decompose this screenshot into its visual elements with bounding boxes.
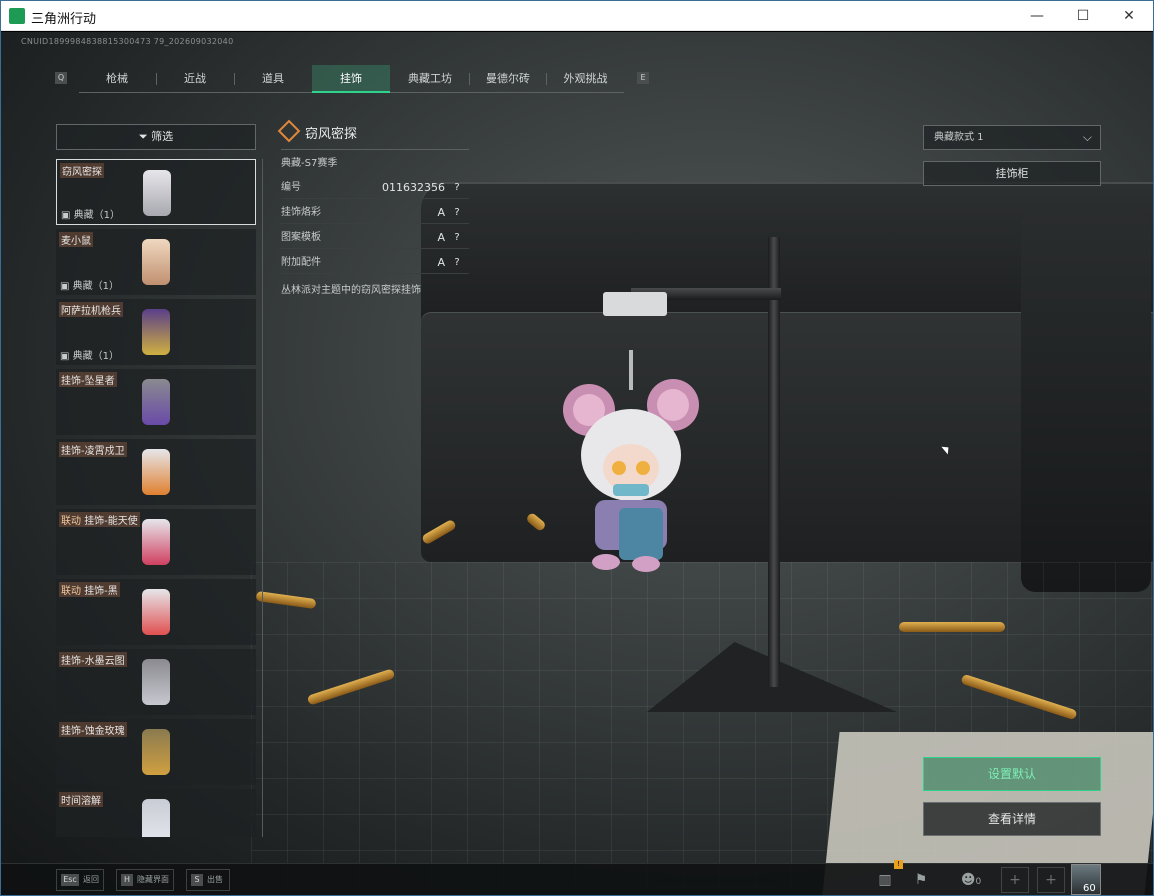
minimize-button[interactable]: —: [1014, 1, 1060, 31]
tab-appearance-challenge[interactable]: 外观挑战: [547, 65, 624, 93]
list-item[interactable]: 联动 挂饰-能天使: [56, 509, 256, 575]
season-label: 典藏-S7赛季: [281, 158, 338, 169]
weapon-case-latch: [1021, 212, 1151, 592]
player-level: 60: [1083, 883, 1096, 894]
next-tab-key[interactable]: E: [637, 72, 649, 84]
mouse-charm-figure: [563, 350, 699, 572]
squad-slot[interactable]: +: [1037, 867, 1065, 893]
help-icon[interactable]: ?: [451, 182, 463, 194]
detail-row-paint: 挂饰烙彩 A?: [281, 202, 469, 224]
tab-mandel-brick[interactable]: 曼德尔砖: [470, 65, 546, 93]
charm-thumbnail: [142, 589, 170, 635]
charm-cabinet-button[interactable]: 挂饰柜: [923, 161, 1101, 186]
help-icon[interactable]: ?: [451, 207, 463, 219]
list-item[interactable]: 挂饰-蚀金玫瑰: [56, 719, 256, 785]
image-icon: ▣: [61, 210, 74, 221]
app-logo-icon: [9, 8, 25, 24]
help-icon[interactable]: ?: [451, 257, 463, 269]
charm-clip: [603, 292, 667, 316]
close-button[interactable]: ✕: [1106, 1, 1152, 31]
filter-button[interactable]: ⏷ 筛选: [56, 124, 256, 150]
charm-title: 窃风密探: [305, 127, 358, 142]
list-item[interactable]: 联动 挂饰-黑: [56, 579, 256, 645]
item-name: 挂饰-水墨云图: [59, 652, 127, 667]
item-name: 阿萨拉机枪兵: [59, 302, 123, 317]
item-name: 挂饰-蚀金玫瑰: [59, 722, 127, 737]
item-name: 挂饰-凌霄戍卫: [59, 442, 127, 457]
list-item[interactable]: 挂饰-凌霄戍卫: [56, 439, 256, 505]
tab-firearms[interactable]: 枪械: [79, 65, 155, 93]
list-item[interactable]: 阿萨拉机枪兵 ▣ 典藏（1）: [56, 299, 256, 365]
item-rarity: ▣ 典藏（1）: [60, 281, 120, 292]
item-name: 窃风密探: [60, 163, 104, 178]
item-name: 麦小鼠: [59, 232, 93, 247]
detail-row-accessory: 附加配件 A?: [281, 252, 469, 274]
charm-list: 窃风密探 ▣ 典藏（1） 麦小鼠 ▣ 典藏（1） 阿萨拉机枪兵 ▣ 典藏（1） …: [56, 159, 256, 837]
charm-thumbnail: [142, 729, 170, 775]
style-dropdown[interactable]: 典藏款式 1 ⌵: [923, 125, 1101, 150]
title-bar: 三角洲行动 — ☐ ✕: [1, 1, 1153, 31]
charm-thumbnail: [142, 239, 170, 285]
maximize-button[interactable]: ☐: [1060, 1, 1106, 31]
item-name: 挂饰-坠星者: [59, 372, 117, 387]
tab-charms[interactable]: 挂饰: [312, 65, 390, 93]
bottom-bar: Esc 返回 H 隐藏界面 S 出售 ▥ ⚑ ☻0 + +: [1, 863, 1153, 895]
charm-thumbnail: [143, 170, 171, 216]
uid-text: CNUID1899984838815300473 79_202609032040: [21, 37, 234, 46]
tab-collection-workshop[interactable]: 典藏工坊: [391, 65, 469, 93]
detail-row-serial: 编号 011632356?: [281, 177, 469, 199]
back-key-hint[interactable]: Esc 返回: [56, 869, 104, 891]
list-item[interactable]: 时间溶解: [56, 789, 256, 837]
funnel-icon: ⏷: [138, 130, 152, 143]
item-name: 联动 挂饰-能天使: [59, 512, 140, 527]
category-tabs: 枪械 近战 道具 挂饰 典藏工坊 曼德尔砖 外观挑战: [79, 65, 624, 93]
stats-chart-icon[interactable]: ▥: [873, 868, 897, 892]
charm-thumbnail: [142, 659, 170, 705]
image-icon: ▣: [60, 281, 73, 292]
friends-count: 0: [975, 877, 982, 887]
friends-icon[interactable]: ☻0: [953, 868, 989, 892]
set-default-button[interactable]: 设置默认: [923, 757, 1101, 791]
list-item[interactable]: 窃风密探 ▣ 典藏（1）: [56, 159, 256, 225]
tab-items[interactable]: 道具: [235, 65, 311, 93]
view-details-button[interactable]: 查看详情: [923, 802, 1101, 836]
filter-label: 筛选: [151, 130, 174, 143]
item-name: 时间溶解: [59, 792, 103, 807]
stand-pole: [768, 237, 780, 687]
item-rarity: ▣ 典藏（1）: [61, 210, 121, 221]
list-item[interactable]: 挂饰-水墨云图: [56, 649, 256, 715]
notification-badge: !: [894, 860, 903, 869]
list-item[interactable]: 挂饰-坠星者: [56, 369, 256, 435]
divider: [281, 149, 469, 150]
hide-ui-key-hint[interactable]: H 隐藏界面: [116, 869, 174, 891]
list-item[interactable]: 麦小鼠 ▣ 典藏（1）: [56, 229, 256, 295]
detail-row-pattern: 图案模板 A?: [281, 227, 469, 249]
list-scrollbar[interactable]: [262, 159, 263, 837]
window-title: 三角洲行动: [31, 12, 97, 27]
image-icon: ▣: [60, 351, 73, 362]
charm-thumbnail: [142, 449, 170, 495]
squad-slot[interactable]: +: [1001, 867, 1029, 893]
flag-icon[interactable]: ⚑: [909, 868, 933, 892]
chevron-down-icon: ⌵: [1082, 130, 1092, 144]
style-dropdown-value: 典藏款式 1: [934, 132, 984, 143]
charm-description: 丛林派对主题中的窃风密探挂饰: [281, 285, 421, 296]
charm-thumbnail: [142, 379, 170, 425]
help-icon[interactable]: ?: [451, 232, 463, 244]
charm-thumbnail: [142, 799, 170, 837]
bullet: [899, 622, 1005, 632]
sell-key-hint[interactable]: S 出售: [186, 869, 230, 891]
item-rarity: ▣ 典藏（1）: [60, 351, 120, 362]
item-name: 联动 挂饰-黑: [59, 582, 120, 597]
charm-thumbnail: [142, 519, 170, 565]
charm-thumbnail: [142, 309, 170, 355]
prev-tab-key[interactable]: Q: [55, 72, 67, 84]
game-window: 三角洲行动 — ☐ ✕ CNUID1899984838815300473 79_…: [0, 0, 1154, 896]
tab-melee[interactable]: 近战: [157, 65, 233, 93]
